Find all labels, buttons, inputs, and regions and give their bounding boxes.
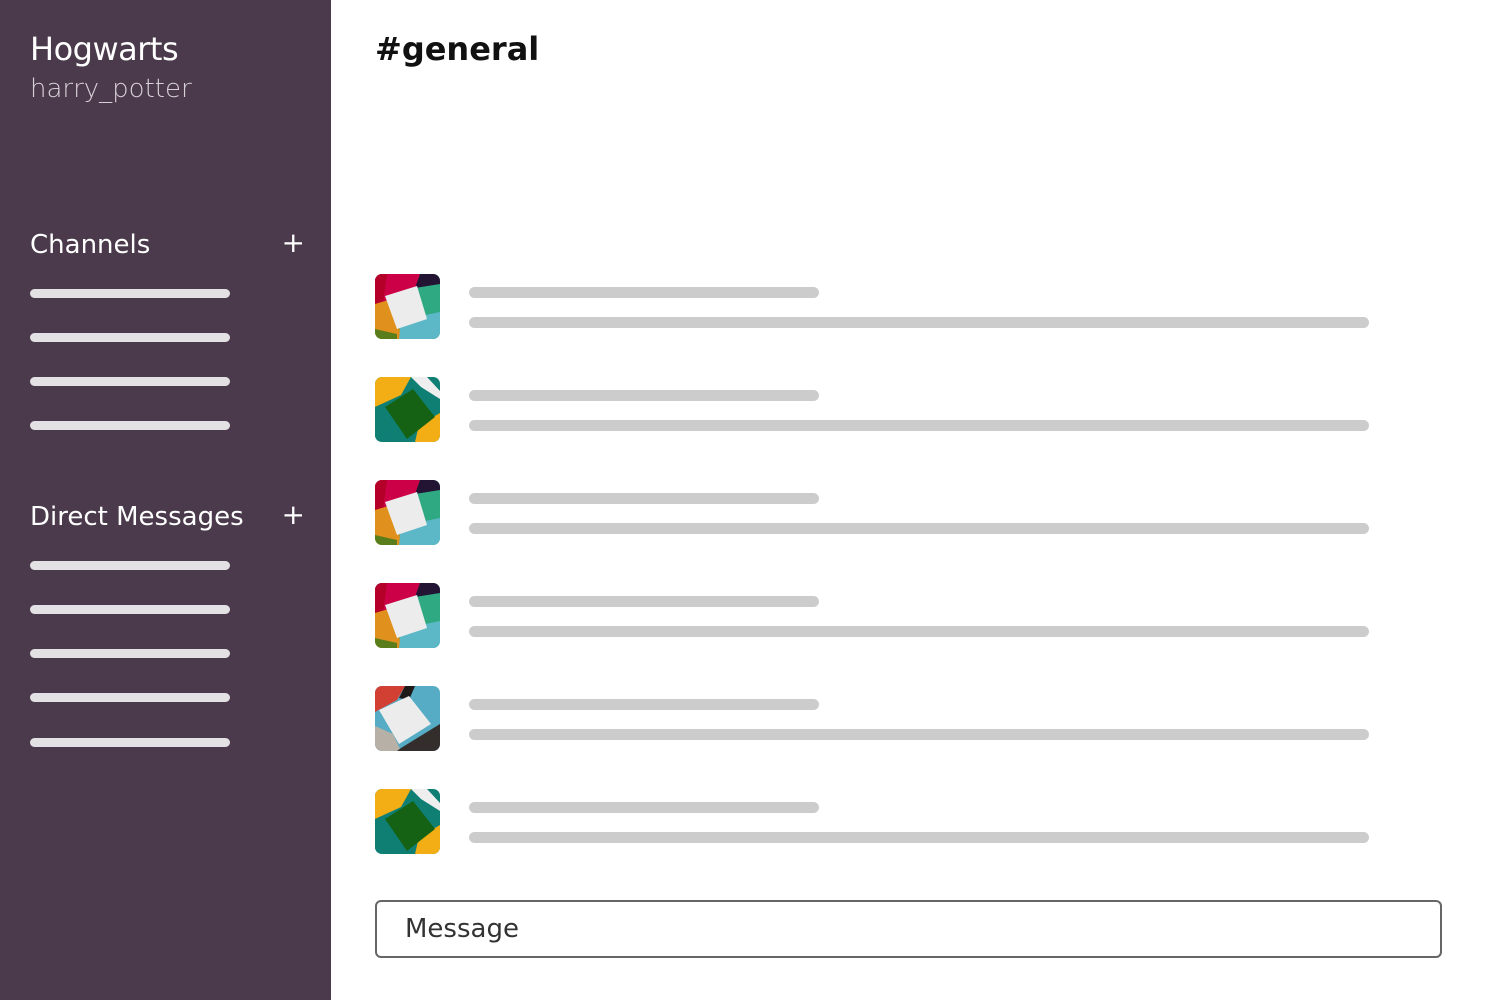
message-author-placeholder [469, 493, 819, 504]
sidebar-channel-item[interactable] [30, 333, 230, 342]
avatar[interactable] [375, 583, 440, 648]
avatar-pattern-red-green-icon [375, 583, 440, 648]
sidebar-channel-item[interactable] [30, 289, 230, 298]
sidebar-dm-item[interactable] [30, 738, 230, 747]
message-row [375, 274, 1375, 340]
sidebar-dm-item[interactable] [30, 649, 230, 658]
add-channel-button[interactable]: + [282, 228, 305, 258]
avatar[interactable] [375, 789, 440, 854]
channels-label[interactable]: Channels [30, 230, 150, 260]
direct-messages-label[interactable]: Direct Messages [30, 502, 244, 532]
message-text-placeholder [469, 317, 1369, 328]
message-row [375, 377, 1375, 443]
message-row [375, 789, 1375, 855]
message-row [375, 480, 1375, 546]
avatar-pattern-red-blue-icon [375, 686, 440, 751]
message-text-placeholder [469, 832, 1369, 843]
message-text-placeholder [469, 729, 1369, 740]
message-author-placeholder [469, 287, 819, 298]
message-composer [375, 900, 1442, 958]
message-row [375, 583, 1375, 649]
user-name: harry_potter [30, 74, 192, 104]
add-direct-message-button[interactable]: + [282, 500, 305, 530]
avatar[interactable] [375, 480, 440, 545]
message-author-placeholder [469, 390, 819, 401]
avatar-pattern-red-green-icon [375, 480, 440, 545]
avatar-pattern-yellow-green-icon [375, 377, 440, 442]
message-author-placeholder [469, 802, 819, 813]
message-author-placeholder [469, 596, 819, 607]
message-author-placeholder [469, 699, 819, 710]
message-input[interactable] [377, 902, 1440, 956]
sidebar-dm-item[interactable] [30, 693, 230, 702]
message-text-placeholder [469, 420, 1369, 431]
message-row [375, 686, 1375, 752]
avatar-pattern-yellow-green-icon [375, 789, 440, 854]
sidebar-channel-item[interactable] [30, 377, 230, 386]
avatar[interactable] [375, 686, 440, 751]
team-name[interactable]: Hogwarts [30, 30, 179, 68]
avatar[interactable] [375, 377, 440, 442]
avatar[interactable] [375, 274, 440, 339]
message-text-placeholder [469, 626, 1369, 637]
sidebar-dm-item[interactable] [30, 561, 230, 570]
message-text-placeholder [469, 523, 1369, 534]
sidebar-channel-item[interactable] [30, 421, 230, 430]
main-pane: #general [331, 0, 1500, 1000]
channel-title: #general [375, 30, 540, 68]
sidebar: Hogwarts harry_potter Channels + Direct … [0, 0, 331, 1000]
sidebar-dm-item[interactable] [30, 605, 230, 614]
avatar-pattern-red-green-icon [375, 274, 440, 339]
